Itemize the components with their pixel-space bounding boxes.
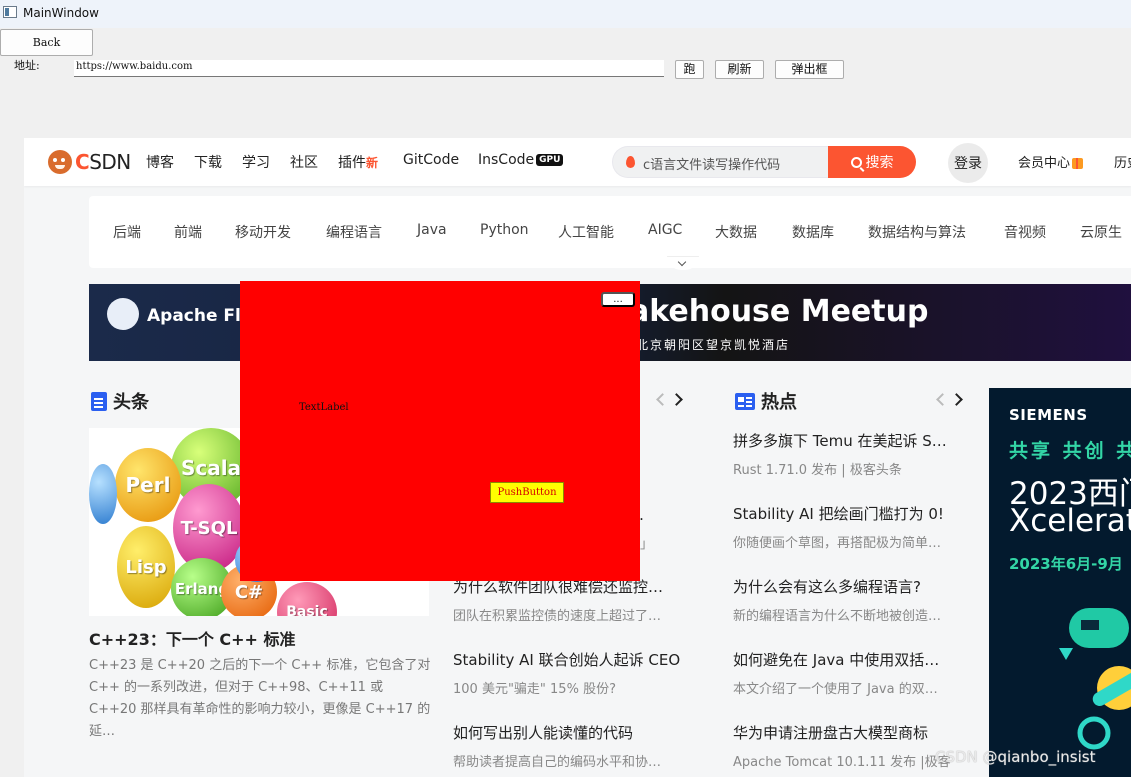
ad-line3: Xcelerat bbox=[1009, 503, 1131, 539]
category-item[interactable]: 云原生 bbox=[1080, 222, 1122, 242]
fire-icon bbox=[626, 156, 635, 168]
list-item[interactable]: 为什么会有这么多编程语言? 新的编程语言为什么不断地被创造… bbox=[733, 576, 968, 624]
ball-lisp: Lisp bbox=[117, 526, 175, 608]
search-box[interactable]: c语言文件读写操作代码 bbox=[612, 146, 828, 178]
hero-title[interactable]: C++23：下一个 C++ 标准 bbox=[89, 626, 296, 650]
nav-blog[interactable]: 博客 bbox=[146, 152, 174, 172]
ball-perl: Perl bbox=[115, 448, 181, 522]
csdn-watermark: CSDN @qianbo_insist bbox=[935, 748, 1096, 766]
banner-title-right: akehouse Meetup bbox=[629, 294, 929, 329]
popup-menu-button[interactable]: ... bbox=[601, 292, 635, 307]
ad-illustration-icon bbox=[1059, 608, 1131, 750]
category-item[interactable]: 编程语言 bbox=[326, 222, 382, 242]
nav-inscode[interactable]: InsCode GPU bbox=[478, 152, 564, 168]
popup-panel: ... TextLabel PushButton bbox=[240, 281, 640, 581]
category-item[interactable]: 人工智能 bbox=[558, 222, 614, 242]
chevron-right-icon[interactable] bbox=[950, 393, 963, 406]
hot-heading: 热点 bbox=[735, 388, 797, 414]
window-icon bbox=[3, 6, 17, 18]
csdn-mascot-icon bbox=[48, 150, 72, 174]
list-item[interactable]: Stability AI 联合创始人起诉 CEO 100 美元"骗走" 15% … bbox=[453, 649, 688, 697]
headlines-heading: 头条 bbox=[91, 388, 149, 414]
nav-community[interactable]: 社区 bbox=[290, 152, 318, 172]
back-button[interactable]: Back bbox=[0, 29, 93, 56]
gpu-badge: GPU bbox=[536, 154, 564, 166]
hero-description: C++23 是 C++20 之后的下一个 C++ 标准，它包含了对 C++ 的一… bbox=[89, 658, 431, 739]
title-bar: MainWindow bbox=[0, 0, 1131, 28]
document-icon bbox=[91, 391, 107, 411]
category-bar: 后端 前端 移动开发 编程语言 Java Python 人工智能 AIGC 大数… bbox=[89, 196, 1131, 268]
chevron-right-icon[interactable] bbox=[670, 393, 683, 406]
gift-icon bbox=[1072, 158, 1084, 169]
refresh-button[interactable]: 刷新 bbox=[715, 60, 764, 79]
address-label: 地址: bbox=[14, 59, 40, 72]
nav-plugins[interactable]: 插件新 bbox=[338, 152, 378, 172]
ball-blue bbox=[89, 464, 117, 524]
popup-push-button[interactable]: PushButton bbox=[490, 482, 564, 503]
chevron-left-icon[interactable] bbox=[936, 393, 949, 406]
search-input[interactable]: c语言文件读写操作代码 bbox=[643, 154, 780, 173]
newspaper-icon bbox=[735, 392, 755, 410]
run-button[interactable]: 跑 bbox=[675, 60, 704, 79]
list-item[interactable]: 如何避免在 Java 中使用双括… 本文介绍了一个使用了 Java 的双… bbox=[733, 649, 968, 697]
list-item[interactable]: Stability AI 把绘画门槛打为 0! 你随便画个草图，再搭配极为简单… bbox=[733, 503, 968, 551]
window-title: MainWindow bbox=[23, 6, 99, 20]
ad-line1: 共享 共创 共 bbox=[1009, 440, 1131, 462]
search-button[interactable]: 搜索 bbox=[828, 146, 916, 178]
category-item[interactable]: 数据结构与算法 bbox=[868, 222, 966, 242]
nav-download[interactable]: 下载 bbox=[194, 152, 222, 172]
nav-gitcode[interactable]: GitCode bbox=[403, 152, 459, 168]
history-link[interactable]: 历史 bbox=[1114, 152, 1131, 171]
ad-date: 2023年6月-9月 bbox=[1009, 555, 1123, 573]
list-item[interactable]: 为什么软件团队很难偿还监控… 团队在积累监控债的速度上超过了… bbox=[453, 576, 688, 624]
chevron-left-icon[interactable] bbox=[656, 393, 669, 406]
nav-learn[interactable]: 学习 bbox=[242, 152, 270, 172]
popup-text-label: TextLabel bbox=[299, 402, 349, 413]
category-item[interactable]: 音视频 bbox=[1004, 222, 1046, 242]
csdn-header: CSDN 博客 下载 学习 社区 插件新 GitCode InsCode GPU … bbox=[24, 138, 1131, 186]
search-icon bbox=[850, 156, 862, 168]
address-input[interactable]: https://www.baidu.com bbox=[74, 60, 664, 77]
category-item[interactable]: Java bbox=[417, 222, 447, 238]
category-item[interactable]: 移动开发 bbox=[235, 222, 291, 242]
category-item[interactable]: Python bbox=[480, 222, 529, 238]
category-item[interactable]: 后端 bbox=[113, 222, 141, 242]
new-badge: 新 bbox=[366, 156, 379, 170]
list-item[interactable]: 拼多多旗下 Temu 在美起诉 S… Rust 1.71.0 发布 | 极客头条 bbox=[733, 430, 968, 478]
flink-squirrel-icon bbox=[107, 298, 139, 330]
popup-open-button[interactable]: 弹出框 bbox=[775, 60, 844, 79]
banner-subtitle: 北京朝阳区望京凯悦酒店 bbox=[636, 338, 791, 352]
category-item[interactable]: 前端 bbox=[174, 222, 202, 242]
category-item[interactable]: 数据库 bbox=[792, 222, 834, 242]
csdn-logo[interactable]: CSDN bbox=[48, 148, 131, 176]
ball-basic: Basic bbox=[277, 582, 337, 616]
category-item[interactable]: 大数据 bbox=[715, 222, 757, 242]
list-item[interactable]: 华为申请注册盘古大模型商标 Apache Tomcat 10.1.11 发布 |… bbox=[733, 722, 968, 770]
category-item[interactable]: AIGC bbox=[648, 222, 682, 238]
list-item[interactable]: 如何写出别人能读懂的代码 帮助读者提高自己的编码水平和协… bbox=[453, 722, 688, 770]
ad-brand: SIEMENS bbox=[1009, 406, 1088, 424]
member-center-link[interactable]: 会员中心 bbox=[1018, 152, 1084, 171]
siemens-ad[interactable]: SIEMENS 共享 共创 共 2023西门 Xcelerat 2023年6月-… bbox=[989, 388, 1131, 777]
login-button[interactable]: 登录 bbox=[948, 143, 988, 183]
